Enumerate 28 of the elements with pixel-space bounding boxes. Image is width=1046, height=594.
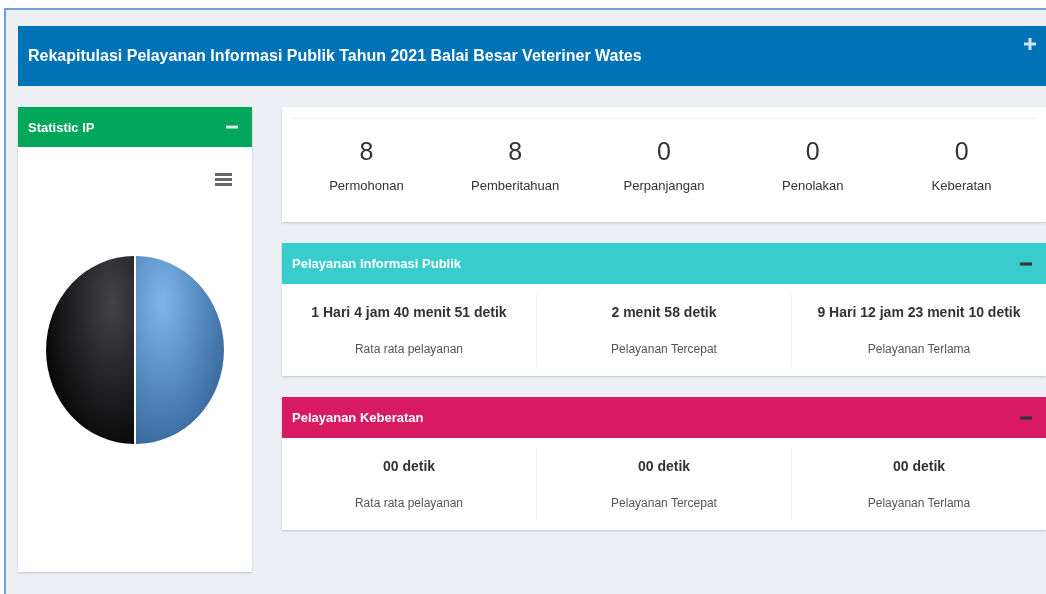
duration-label: Rata rata pelayanan bbox=[354, 342, 464, 356]
panel-title: Pelayanan Keberatan bbox=[292, 410, 424, 425]
duration-label: Pelayanan Tercepat bbox=[611, 496, 717, 510]
count-label: Pemberitahuan bbox=[471, 178, 560, 193]
count-label: Penolakan bbox=[782, 178, 844, 193]
page-title: Rekapitulasi Pelayanan Informasi Publik Tahun 2021 Balai Besar Veteriner Wates bbox=[28, 47, 642, 65]
count-label: Keberatan bbox=[931, 178, 992, 193]
count-label: Perpanjangan bbox=[623, 178, 705, 193]
count-value: 0 bbox=[954, 137, 969, 166]
card-title: Statistic IP bbox=[28, 119, 95, 135]
menu-icon[interactable] bbox=[215, 173, 232, 186]
duration-value: 2 menit 58 detik bbox=[611, 304, 717, 320]
duration-label: Pelayanan Tercepat bbox=[611, 342, 717, 356]
panel-title: Pelayanan Informasi Publik bbox=[292, 256, 462, 271]
duration-label: Rata rata pelayanan bbox=[354, 496, 464, 510]
duration-value: 00 detik bbox=[382, 458, 436, 474]
duration-label: Pelayanan Terlama bbox=[867, 496, 971, 510]
count-value: 0 bbox=[805, 137, 820, 166]
duration-value: 00 detik bbox=[637, 458, 691, 474]
duration-value: 1 Hari 4 jam 40 menit 51 detik bbox=[311, 304, 507, 320]
duration-value: 00 detik bbox=[892, 458, 946, 474]
duration-value: 9 Hari 12 jam 23 menit 10 detik bbox=[817, 304, 1021, 320]
count-label: Permohonan bbox=[329, 178, 404, 193]
expand-icon[interactable] bbox=[1024, 38, 1036, 50]
duration-label: Pelayanan Terlama bbox=[867, 342, 971, 356]
count-value: 0 bbox=[657, 137, 671, 166]
count-value: 8 bbox=[359, 137, 374, 166]
count-value: 8 bbox=[508, 137, 523, 166]
